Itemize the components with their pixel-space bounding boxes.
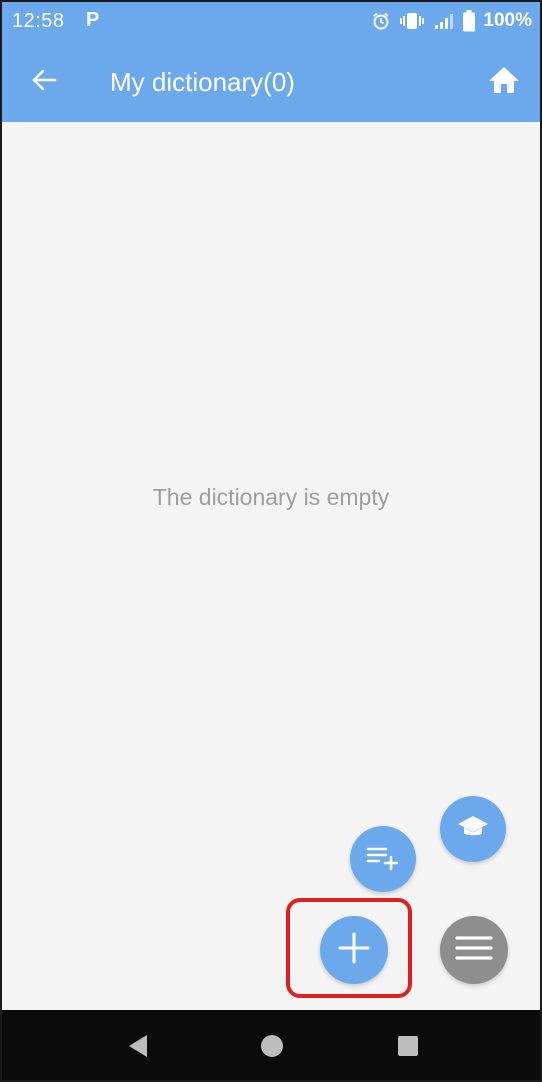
battery-icon [463,10,476,32]
status-time: 12:58 [12,10,65,32]
menu-icon [454,933,494,968]
nav-back-icon [125,1032,151,1065]
add-list-button[interactable] [350,826,416,892]
nav-recent-button[interactable] [388,1028,428,1068]
status-icons: 100% [371,8,532,34]
system-nav-bar [2,1010,540,1080]
nav-home-icon [259,1033,285,1064]
vibrate-icon [399,11,425,31]
nav-back-button[interactable] [118,1028,158,1068]
notification-p-icon: P [86,9,100,31]
back-button[interactable] [22,62,66,102]
app-bar: My dictionary(0) [2,42,540,122]
playlist-add-icon [365,843,401,876]
home-button[interactable] [482,60,526,104]
battery-percent: 100% [483,10,532,31]
nav-home-button[interactable] [252,1028,292,1068]
page-title: My dictionary(0) [110,67,295,97]
home-icon [488,65,520,100]
status-bar: 12:58 P 100% [2,2,540,42]
add-word-button[interactable] [320,916,388,984]
graduation-cap-icon [457,813,489,846]
signal-icon [433,11,455,31]
menu-button[interactable] [440,916,508,984]
plus-icon [336,930,372,971]
arrow-left-icon [30,68,58,97]
alarm-icon [371,11,391,31]
screen-frame: 12:58 P 100% My dictionary(0) The dictio… [0,0,542,1082]
study-button[interactable] [440,796,506,862]
dictionary-content: The dictionary is empty [2,122,540,1010]
empty-state-message: The dictionary is empty [152,484,390,510]
nav-recent-icon [395,1033,421,1064]
